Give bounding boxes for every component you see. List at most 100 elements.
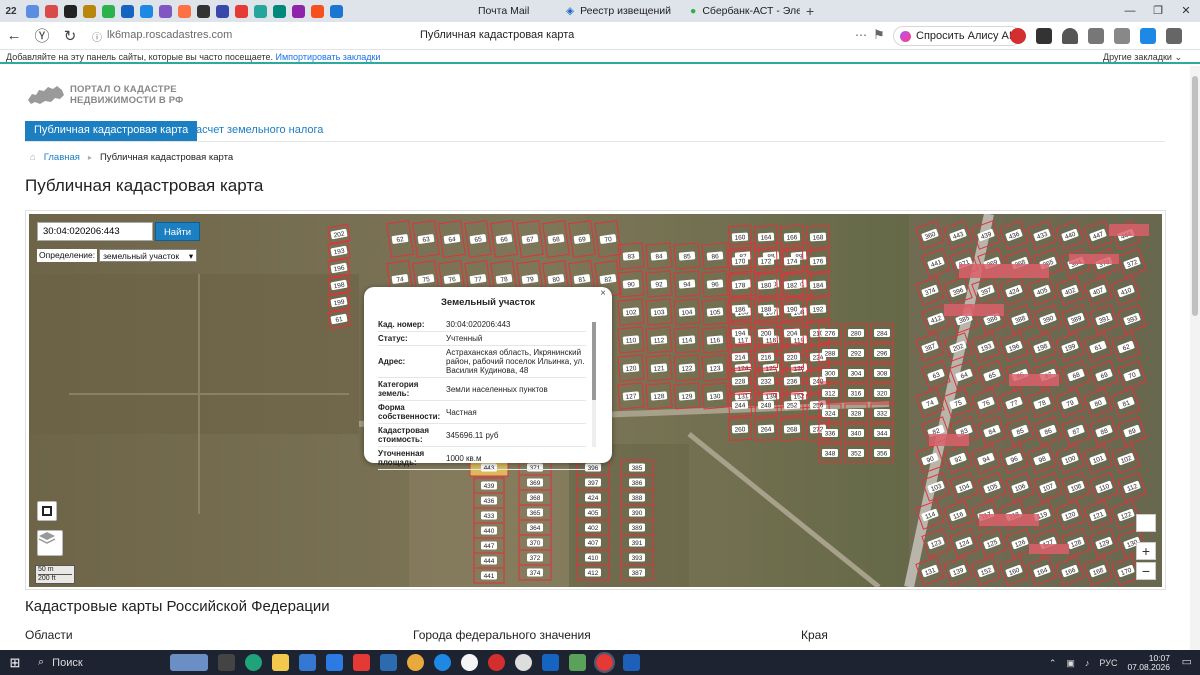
app-icon[interactable]: [569, 654, 586, 671]
notifications-icon[interactable]: ▭: [1182, 655, 1192, 668]
pinned-tab-icon[interactable]: [102, 4, 115, 18]
mail-icon[interactable]: [326, 654, 343, 671]
pinned-tab-icon[interactable]: [64, 4, 77, 18]
page-scroll-thumb[interactable]: [1192, 76, 1198, 316]
breadcrumb-home[interactable]: Главная: [44, 152, 80, 163]
tab-registry[interactable]: ◈ Реестр извещений: [556, 0, 674, 22]
tray-arrow-icon[interactable]: ⌃: [1049, 658, 1057, 669]
parcel-label: 192: [812, 306, 824, 314]
app-icon[interactable]: [623, 654, 640, 671]
task-view-icon[interactable]: [218, 654, 235, 671]
parcel-label: 374: [530, 570, 541, 577]
building: [959, 264, 1049, 278]
app-icon[interactable]: [515, 654, 532, 671]
layers-button[interactable]: [37, 530, 63, 556]
puzzle-icon[interactable]: [1088, 28, 1104, 44]
row-key: Форма собственности:: [378, 403, 441, 421]
row-value: Частная: [446, 407, 477, 417]
store-icon[interactable]: [299, 654, 316, 671]
popup-scroll-thumb[interactable]: [592, 322, 596, 400]
pinned-tab-icon[interactable]: [273, 4, 286, 18]
pinned-tab-icon[interactable]: [311, 4, 324, 18]
reload-icon[interactable]: ↻: [56, 27, 84, 45]
map-square-control[interactable]: [1136, 514, 1156, 532]
new-tab-icon[interactable]: +: [806, 3, 814, 19]
parcel-label: 393: [632, 555, 643, 562]
cadastral-search-input[interactable]: [37, 222, 153, 241]
close-window-icon[interactable]: ✕: [1172, 0, 1200, 22]
explorer-icon[interactable]: [272, 654, 289, 671]
edge-icon[interactable]: [245, 654, 262, 671]
minimize-icon[interactable]: —: [1116, 0, 1144, 22]
cadastral-map[interactable]: 443 439 436 433 440 447 444 441 371 369 368 365 364 3…: [29, 214, 1162, 587]
menu-land-tax[interactable]: Расчет земельного налога: [181, 121, 331, 141]
pinned-tab-icon[interactable]: [178, 4, 191, 18]
chrome-icon[interactable]: [407, 654, 424, 671]
other-bookmarks[interactable]: Другие закладки ⌄: [1103, 50, 1182, 64]
yandex-icon[interactable]: [353, 654, 370, 671]
back-icon[interactable]: ←: [0, 27, 28, 44]
definition-select[interactable]: земельный участок ▾: [99, 249, 198, 262]
downloads-icon[interactable]: [1140, 28, 1156, 44]
yandex-browser-icon[interactable]: [461, 654, 478, 671]
pinned-tab-icon[interactable]: [330, 4, 343, 18]
pinned-tab-icon[interactable]: [159, 4, 172, 18]
taskbar-apps: [170, 652, 640, 673]
tab-mail[interactable]: Почта Mail: [468, 0, 548, 22]
pinned-tab-icon[interactable]: [216, 4, 229, 18]
tab-sberbank[interactable]: ● Сбербанк-АСТ - Электро: [680, 0, 800, 22]
import-bookmarks-link[interactable]: Импортировать закладки: [276, 52, 381, 62]
url-field[interactable]: lk6map.roscadastres.com: [107, 29, 232, 41]
fullscreen-button[interactable]: [37, 501, 57, 521]
pinned-tab-icon[interactable]: [197, 4, 210, 18]
col-krais[interactable]: Края: [801, 628, 828, 642]
close-icon[interactable]: ×: [600, 288, 606, 299]
volume-icon[interactable]: ♪: [1085, 658, 1090, 668]
extension-icon[interactable]: [1036, 28, 1052, 44]
opera-icon[interactable]: [488, 654, 505, 671]
parcel-label: 66: [500, 236, 509, 244]
yandex-browser-active-icon[interactable]: [594, 652, 615, 673]
popup-scrollbar[interactable]: [592, 322, 596, 447]
maximize-icon[interactable]: ❐: [1144, 0, 1172, 22]
ask-alice-button[interactable]: Спросить Алису AI: [893, 26, 1021, 46]
yandex-icon[interactable]: Ⓨ: [28, 25, 56, 46]
ie-icon[interactable]: [434, 654, 451, 671]
col-oblasts[interactable]: Области: [25, 628, 73, 642]
pinned-tab-icon[interactable]: [254, 4, 267, 18]
menu-cadastral-map[interactable]: Публичная кадастровая карта: [25, 121, 198, 141]
city-widget-icon[interactable]: [170, 654, 208, 671]
pinned-tab-icon[interactable]: [292, 4, 305, 18]
popup-row: Форма собственности: Частная: [378, 401, 586, 424]
pinned-tab-icon[interactable]: [45, 4, 58, 18]
network-icon[interactable]: ▣: [1066, 658, 1075, 669]
page-scrollbar[interactable]: [1190, 66, 1200, 650]
pinned-tab-icon[interactable]: [83, 4, 96, 18]
download-arrow-icon[interactable]: [1166, 28, 1182, 44]
pinned-tab-icon[interactable]: [26, 4, 39, 18]
parcel-label: 397: [588, 480, 599, 487]
windows-start-icon[interactable]: ⊞: [0, 655, 30, 671]
find-button[interactable]: Найти: [155, 222, 200, 241]
col-federal-cities[interactable]: Города федерального значения: [413, 628, 591, 642]
adblock-icon[interactable]: [1010, 28, 1026, 44]
site-logo[interactable]: ПОРТАЛ О КАДАСТРЕ НЕДВИЖИМОСТИ В РФ: [26, 82, 184, 108]
pinned-tab-icon[interactable]: [140, 4, 153, 18]
bookmark-icon[interactable]: ⚑: [873, 27, 885, 43]
parcel-label: 180: [760, 282, 772, 290]
pinned-tab-icon[interactable]: [121, 4, 134, 18]
taskbar-search[interactable]: ⌕ Поиск: [30, 656, 160, 669]
collections-icon[interactable]: [1114, 28, 1130, 44]
app-icon[interactable]: [542, 654, 559, 671]
clock[interactable]: 10:07 07.08.2026: [1127, 654, 1170, 672]
zoom-out-button[interactable]: −: [1136, 562, 1156, 580]
calculator-icon[interactable]: [380, 654, 397, 671]
pinned-tab-icon[interactable]: [235, 4, 248, 18]
lang-indicator[interactable]: РУС: [1099, 658, 1117, 668]
hat-icon[interactable]: [1062, 28, 1078, 44]
site-info-icon[interactable]: ⓘ: [92, 29, 102, 44]
tab-count-badge[interactable]: 22: [0, 0, 22, 22]
zoom-in-button[interactable]: +: [1136, 542, 1156, 560]
more-icon[interactable]: ⋯: [855, 28, 867, 42]
home-icon[interactable]: ⌂: [30, 152, 36, 163]
